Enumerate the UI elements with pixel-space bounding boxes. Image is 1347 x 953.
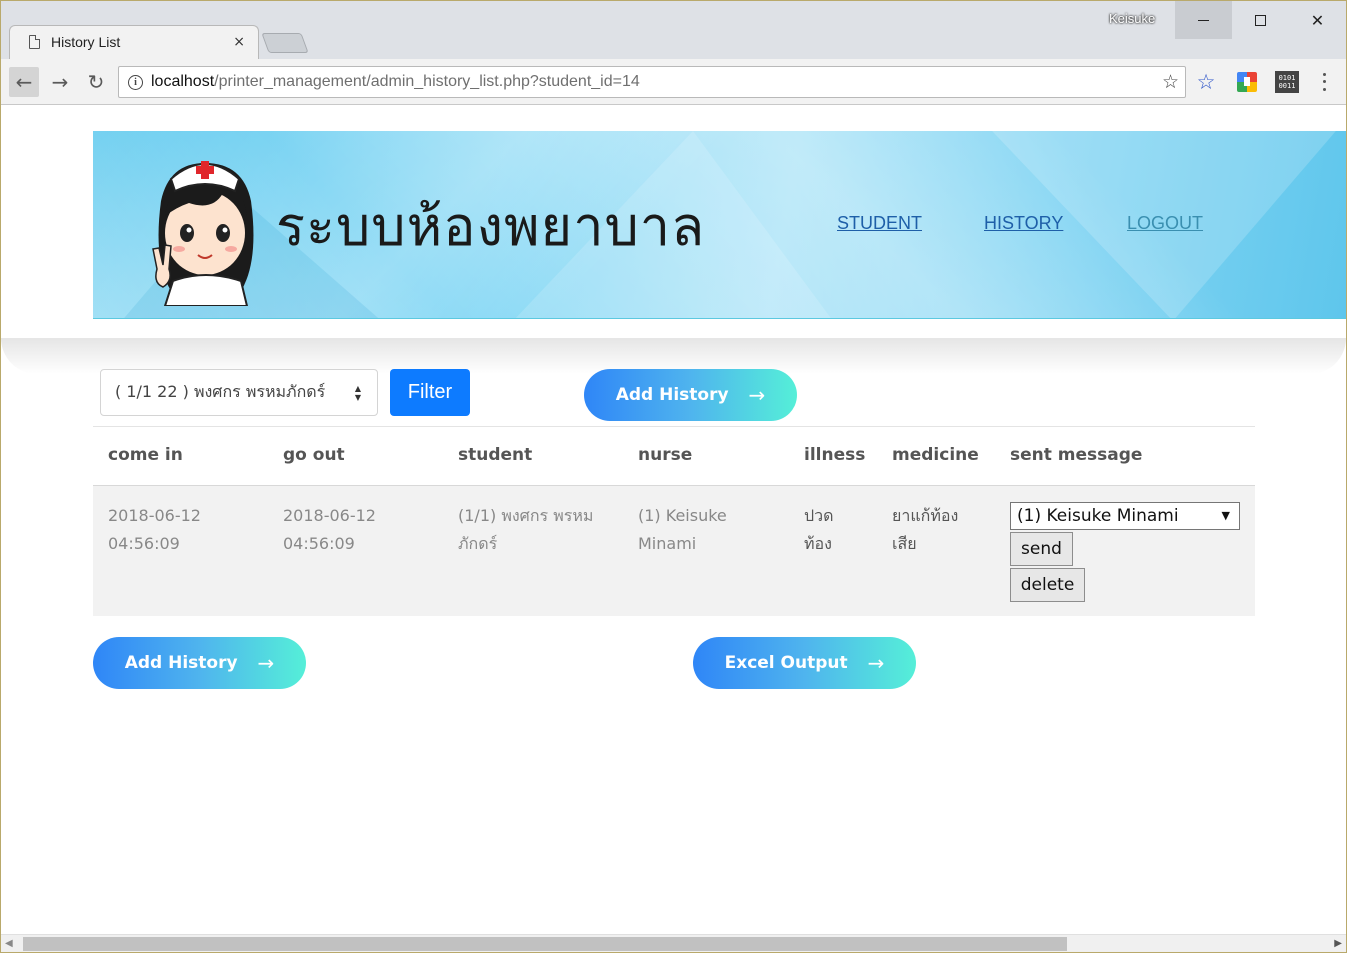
browser-menu-icon[interactable] — [1317, 71, 1331, 93]
column-header-medicine: medicine — [892, 445, 979, 465]
bookmark-extension-icon[interactable]: ☆ — [1195, 70, 1217, 94]
url-host: localhost — [151, 73, 215, 90]
send-button[interactable]: send — [1010, 532, 1073, 566]
close-icon: ✕ — [1310, 10, 1325, 30]
excel-output-button[interactable]: Excel Output → — [693, 637, 916, 689]
column-header-nurse: nurse — [638, 445, 693, 465]
address-bar[interactable]: i localhost/printer_management/admin_his… — [118, 66, 1186, 98]
browser-window: History List × Keisuke ✕ ← → ↻ i localho… — [0, 0, 1347, 953]
scroll-left-icon[interactable]: ◀ — [5, 938, 13, 949]
arrow-right-icon: → — [867, 651, 885, 675]
cell-illness: ปวด ท้อง — [804, 506, 834, 553]
column-header-illness: illness — [804, 445, 866, 465]
tab-title: History List — [51, 34, 121, 50]
maximize-button[interactable] — [1232, 1, 1289, 39]
table-row: 2018-06-12 04:56:09 2018-06-12 04:56:09 … — [93, 486, 1255, 616]
history-table: come in go out student nurse illness med… — [93, 426, 1255, 616]
minimize-icon — [1198, 19, 1209, 21]
nav-link-history[interactable]: HISTORY — [984, 213, 1063, 234]
cell-come-in: 2018-06-12 04:56:09 — [108, 506, 201, 553]
arrow-right-icon: → — [257, 651, 275, 675]
browser-toolbar: ← → ↻ i localhost/printer_management/adm… — [1, 59, 1346, 105]
message-recipient-value: (1) Keisuke Minami — [1017, 506, 1179, 526]
nav-link-student[interactable]: STUDENT — [837, 213, 922, 234]
scrollbar-thumb[interactable] — [23, 937, 1067, 951]
scroll-right-icon[interactable]: ▶ — [1334, 938, 1342, 949]
reload-button[interactable]: ↻ — [81, 67, 111, 97]
table-header-row: come in go out student nurse illness med… — [93, 426, 1255, 486]
column-header-go-out: go out — [283, 445, 345, 465]
add-history-button-bottom[interactable]: Add History → — [93, 637, 306, 689]
arrow-right-icon: → — [748, 383, 766, 407]
column-header-sent-message: sent message — [1010, 445, 1143, 465]
cell-student: (1/1) พงศกร พรหม ภักดร์ — [458, 506, 594, 553]
delete-button[interactable]: delete — [1010, 568, 1085, 602]
nav-link-logout[interactable]: LOGOUT — [1127, 213, 1203, 234]
student-filter-select[interactable]: ( 1/1 22 ) พงศกร พรหมภักดร์ ▲ ▼ — [100, 369, 378, 416]
info-icon[interactable]: i — [128, 74, 143, 90]
reload-icon: ↻ — [87, 70, 105, 94]
add-history-button-top[interactable]: Add History → — [584, 369, 797, 421]
select-arrows-icon: ▲ ▼ — [354, 384, 361, 402]
minimize-button[interactable] — [1175, 1, 1232, 39]
add-history-label: Add History — [615, 385, 729, 405]
nurse-mascot-logo — [152, 161, 254, 306]
site-title: ระบบห้องพยาบาล — [276, 195, 706, 258]
cell-go-out: 2018-06-12 04:56:09 — [283, 506, 376, 553]
student-filter-value: ( 1/1 22 ) พงศกร พรหมภักดร์ — [115, 382, 326, 401]
dropdown-triangle-icon: ▼ — [1221, 509, 1230, 522]
cell-nurse: (1) Keisuke Minami — [638, 506, 727, 553]
document-icon — [29, 35, 40, 49]
binary-extension-icon[interactable]: 0101 0011 — [1275, 71, 1299, 93]
cell-medicine: ยาแก้ท้อง เสีย — [892, 506, 959, 553]
title-bar: History List × Keisuke ✕ — [1, 1, 1346, 59]
tab-history-list[interactable]: History List × — [17, 25, 257, 59]
close-window-button[interactable]: ✕ — [1289, 1, 1346, 39]
column-header-student: student — [458, 445, 533, 465]
url-path: /printer_management/admin_history_list.p… — [214, 73, 640, 90]
back-button[interactable]: ← — [9, 67, 39, 97]
message-recipient-select[interactable]: (1) Keisuke Minami ▼ — [1010, 502, 1240, 530]
forward-arrow-icon: → — [51, 70, 69, 94]
horizontal-scrollbar[interactable]: ◀ ▶ — [1, 934, 1346, 952]
excel-output-label: Excel Output — [724, 653, 848, 673]
header-banner: ระบบห้องพยาบาล STUDENT HISTORY LOGOUT — [93, 131, 1346, 319]
url-text: localhost/printer_management/admin_histo… — [151, 73, 1162, 91]
page-viewport: ระบบห้องพยาบาล STUDENT HISTORY LOGOUT ( … — [1, 106, 1346, 934]
filter-button[interactable]: Filter — [390, 369, 470, 416]
column-header-come-in: come in — [108, 445, 183, 465]
google-extension-icon[interactable] — [1236, 71, 1258, 93]
back-arrow-icon: ← — [15, 70, 33, 94]
bookmark-star-icon[interactable]: ☆ — [1162, 71, 1179, 93]
maximize-icon — [1255, 14, 1266, 26]
tab-close-icon[interactable]: × — [233, 34, 245, 50]
add-history-label: Add History — [124, 653, 238, 673]
new-tab-button[interactable] — [261, 33, 309, 53]
profile-name[interactable]: Keisuke — [1109, 11, 1155, 26]
forward-button[interactable]: → — [45, 67, 75, 97]
